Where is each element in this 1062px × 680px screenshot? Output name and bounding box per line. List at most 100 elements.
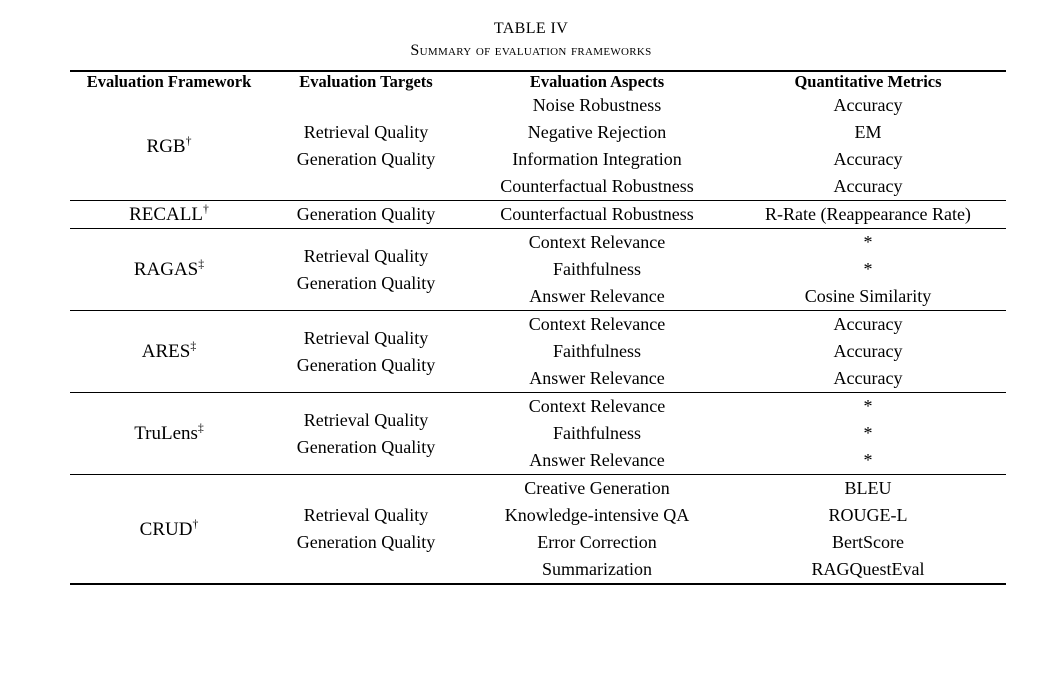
column-header-metrics: Quantitative Metrics — [794, 72, 942, 91]
evaluation-aspects-cell: Creative Generation Knowledge-intensive Q… — [464, 475, 730, 583]
evaluation-targets-cell: Retrieval Quality Generation Quality — [268, 475, 464, 583]
footnote-marker: † — [203, 202, 209, 216]
evaluation-aspect: Faithfulness — [553, 259, 641, 279]
quantitative-metric: Accuracy — [833, 149, 903, 169]
evaluation-aspect: Error Correction — [537, 532, 657, 552]
evaluation-aspects-cell: Noise Robustness Negative Rejection Inform… — [464, 92, 730, 200]
framework-name-cell: ARES‡ — [70, 311, 268, 392]
table-row: RAGAS‡ Retrieval Quality Generation Qualit… — [70, 229, 1006, 310]
table-header: Evaluation Framework Evaluation Targets … — [70, 72, 1006, 92]
evaluation-aspects-cell: Context Relevance Faithfulness Answer Rele… — [464, 311, 730, 392]
framework-name: RECALL — [129, 204, 203, 225]
table-caption: TABLE IV Summary of evaluation framework… — [0, 0, 1062, 62]
evaluation-target: Generation Quality — [296, 149, 436, 169]
table-page: TABLE IV Summary of evaluation framework… — [0, 0, 1062, 680]
evaluation-aspect: Noise Robustness — [532, 95, 662, 115]
quantitative-metric: * — [863, 423, 873, 443]
footnote-marker: † — [192, 517, 199, 531]
quantitative-metrics-cell: Accuracy Accuracy Accuracy — [730, 311, 1006, 392]
evaluation-target: Generation Quality — [296, 272, 436, 293]
evaluation-target: Generation Quality — [296, 354, 436, 375]
evaluation-targets-cell: Retrieval Quality Generation Quality — [268, 92, 464, 200]
evaluation-target: Retrieval Quality — [303, 122, 429, 142]
quantitative-metric: Accuracy — [833, 341, 903, 361]
evaluation-target: Retrieval Quality — [303, 409, 429, 430]
evaluation-aspect: Counterfactual Robustness — [500, 204, 694, 224]
evaluation-target: Retrieval Quality — [303, 505, 429, 525]
evaluation-targets-cell: Generation Quality — [268, 201, 464, 228]
quantitative-metric: Accuracy — [833, 95, 903, 115]
evaluation-aspect: Counterfactual Robustness — [500, 176, 694, 196]
quantitative-metric: R-Rate (Reappearance Rate) — [765, 204, 971, 224]
framework-name-cell: RAGAS‡ — [70, 229, 268, 310]
evaluation-aspect: Faithfulness — [553, 341, 641, 361]
quantitative-metrics-cell: BLEU ROUGE-L BertScore RAGQuestEval — [730, 475, 1006, 583]
quantitative-metric: RAGQuestEval — [811, 559, 925, 579]
column-header-framework: Evaluation Framework — [86, 72, 252, 91]
footnote-marker: ‡ — [190, 339, 197, 353]
quantitative-metrics-cell: * * Cosine Similarity — [730, 229, 1006, 310]
framework-name: ARES — [141, 341, 191, 362]
table-body: RGB† Retrieval Quality Generation Quality N… — [70, 92, 1006, 583]
evaluation-target: Generation Quality — [296, 436, 436, 457]
evaluation-aspect: Context Relevance — [528, 396, 666, 416]
column-header-targets: Evaluation Targets — [299, 72, 433, 91]
quantitative-metric: Accuracy — [833, 368, 903, 388]
quantitative-metric: Cosine Similarity — [804, 286, 932, 306]
evaluation-aspect: Knowledge-intensive QA — [504, 505, 690, 525]
quantitative-metric: * — [863, 396, 873, 416]
framework-name-cell: RGB† — [70, 92, 268, 200]
evaluation-aspects-cell: Context Relevance Faithfulness Answer Rele… — [464, 393, 730, 474]
evaluation-aspect: Answer Relevance — [529, 286, 665, 306]
quantitative-metric: BertScore — [832, 532, 904, 552]
evaluation-aspect: Faithfulness — [553, 423, 641, 443]
evaluation-aspects-cell: Counterfactual Robustness — [464, 201, 730, 228]
table-bottom-rule — [70, 583, 1006, 585]
table-row: CRUD† Retrieval Quality Generation Quality… — [70, 475, 1006, 583]
framework-name-cell: CRUD† — [70, 475, 268, 583]
evaluation-targets-cell: Retrieval Quality Generation Quality — [268, 393, 464, 474]
evaluation-aspect: Summarization — [542, 559, 652, 579]
footnote-marker: † — [185, 134, 192, 148]
evaluation-aspect: Answer Relevance — [529, 450, 665, 470]
evaluation-aspects-cell: Context Relevance Faithfulness Answer Rele… — [464, 229, 730, 310]
quantitative-metrics-cell: Accuracy EM Accuracy Accuracy — [730, 92, 1006, 200]
evaluation-aspect: Answer Relevance — [529, 368, 665, 388]
footnote-marker: ‡ — [198, 257, 205, 271]
footnote-marker: ‡ — [197, 421, 204, 435]
evaluation-target: Generation Quality — [296, 532, 436, 552]
quantitative-metric: * — [863, 232, 873, 252]
evaluation-target: Retrieval Quality — [303, 327, 429, 348]
quantitative-metric: EM — [854, 122, 882, 142]
evaluation-aspect: Negative Rejection — [527, 122, 667, 142]
table-title: Summary of evaluation frameworks — [410, 42, 652, 59]
framework-name-cell: RECALL† — [70, 201, 268, 228]
framework-name: RAGAS — [133, 259, 199, 280]
column-header-aspects: Evaluation Aspects — [529, 72, 665, 91]
quantitative-metric: * — [863, 259, 873, 279]
framework-name: CRUD — [139, 518, 193, 540]
quantitative-metric: ROUGE-L — [828, 505, 908, 525]
quantitative-metric: Accuracy — [833, 314, 903, 334]
evaluation-aspect: Context Relevance — [528, 314, 666, 334]
table-number: TABLE IV — [493, 20, 569, 37]
evaluation-targets-cell: Retrieval Quality Generation Quality — [268, 311, 464, 392]
framework-name: RGB — [146, 135, 186, 157]
table-row: TruLens‡ Retrieval Quality Generation Qual… — [70, 393, 1006, 474]
quantitative-metrics-cell: * * * — [730, 393, 1006, 474]
table-row: RGB† Retrieval Quality Generation Quality N… — [70, 92, 1006, 200]
evaluation-frameworks-table: Evaluation Framework Evaluation Targets … — [70, 70, 1006, 585]
table-grid: Evaluation Framework Evaluation Targets … — [70, 72, 1006, 583]
evaluation-target: Generation Quality — [296, 204, 436, 224]
evaluation-target: Retrieval Quality — [303, 245, 429, 266]
framework-name: TruLens — [134, 423, 198, 444]
table-row: ARES‡ Retrieval Quality Generation Quality… — [70, 311, 1006, 392]
framework-name-cell: TruLens‡ — [70, 393, 268, 474]
quantitative-metric: * — [863, 450, 873, 470]
evaluation-aspect: Creative Generation — [524, 478, 670, 498]
quantitative-metrics-cell: R-Rate (Reappearance Rate) — [730, 201, 1006, 228]
table-row: RECALL† Generation Quality Counterfactual … — [70, 201, 1006, 228]
evaluation-aspect: Information Integration — [512, 149, 682, 169]
quantitative-metric: Accuracy — [833, 176, 903, 196]
header-row: Evaluation Framework Evaluation Targets … — [70, 72, 1006, 92]
